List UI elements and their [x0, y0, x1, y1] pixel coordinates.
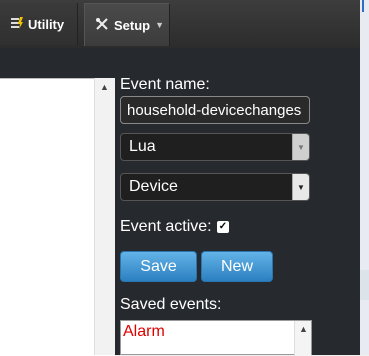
chevron-down-icon: ▼ [155, 20, 165, 30]
event-name-input[interactable] [120, 96, 310, 124]
event-name-label: Event name: [120, 76, 210, 93]
window-edge [360, 0, 369, 355]
save-button[interactable]: Save [120, 251, 197, 282]
setup-label: Setup [114, 17, 151, 33]
event-type-value: Device [129, 178, 178, 195]
tools-icon [95, 17, 109, 34]
new-button[interactable]: New [201, 251, 273, 282]
event-type-select[interactable]: Device ▼ [120, 173, 310, 201]
language-select[interactable]: Lua ▼ [120, 133, 310, 161]
saved-events-label: Saved events: [120, 296, 222, 313]
edge-accent [362, 0, 364, 12]
edge-divider [360, 270, 369, 300]
chevron-down-icon[interactable]: ▼ [292, 174, 309, 200]
utility-label: Utility [28, 16, 65, 32]
top-toolbar: Utility Setup ▼ [0, 0, 360, 48]
list-scrollbar[interactable]: ▲ [294, 321, 311, 356]
scroll-up-arrow-icon[interactable]: ▲ [100, 82, 109, 92]
scroll-up-arrow-icon[interactable]: ▲ [299, 324, 308, 334]
utility-icon [10, 16, 24, 33]
setup-menu-button[interactable]: Setup ▼ [84, 3, 170, 46]
editor-scrollbar[interactable]: ▲ [94, 78, 115, 355]
saved-events-list[interactable]: Alarm ▲ [120, 320, 312, 356]
event-active-checkbox[interactable]: ✓ [217, 221, 229, 233]
chevron-down-icon[interactable]: ▼ [292, 134, 309, 160]
list-item[interactable]: Alarm [123, 323, 165, 341]
event-active-label: Event active: [120, 218, 212, 235]
utility-menu-button[interactable]: Utility [0, 3, 78, 45]
language-value: Lua [129, 138, 156, 155]
